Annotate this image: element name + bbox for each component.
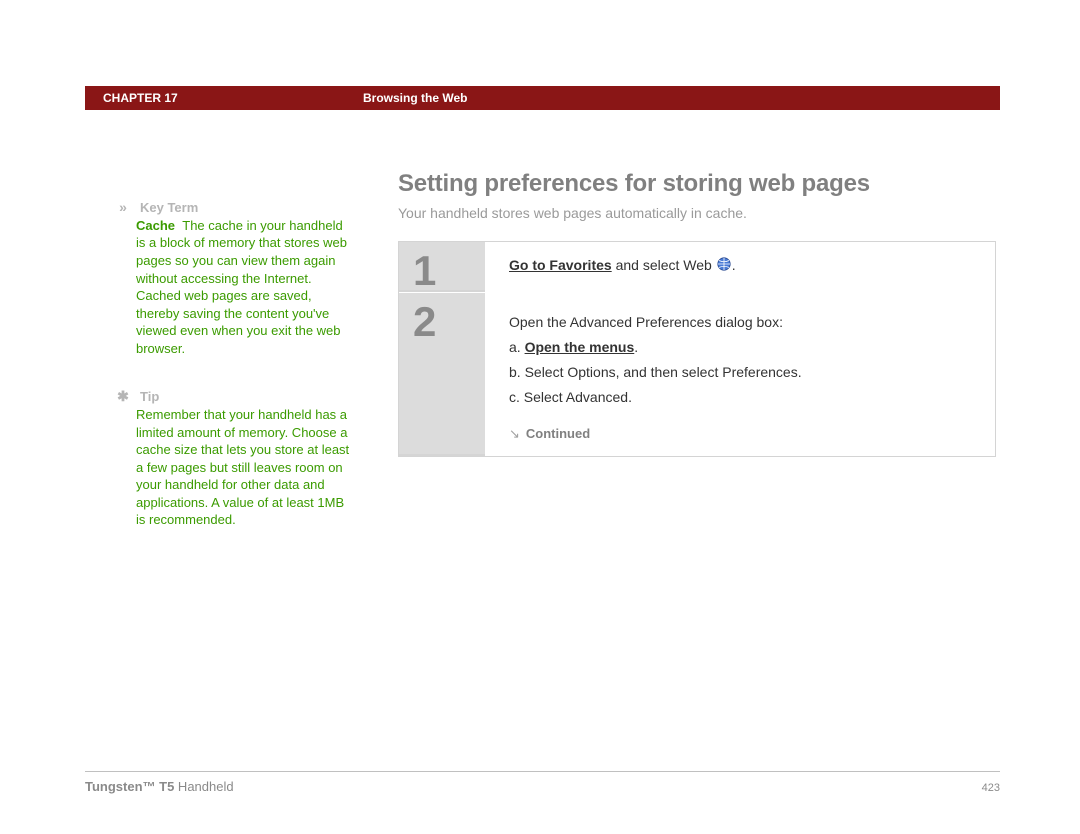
page-number: 423 xyxy=(982,781,1000,796)
go-to-favorites-link[interactable]: Go to Favorites xyxy=(509,257,612,273)
step1-text-tail: . xyxy=(732,257,736,273)
key-term-definition: The cache in your handheld is a block of… xyxy=(136,218,347,356)
chapter-title: Browsing the Web xyxy=(363,90,467,106)
key-term-name: Cache xyxy=(136,218,175,233)
sidebar: »Key Term Cache The cache in your handhe… xyxy=(136,198,354,559)
main-content: Setting preferences for storing web page… xyxy=(398,168,1000,457)
tip-body: Remember that your handheld has a limite… xyxy=(136,406,354,529)
product-name-rest: Handheld xyxy=(174,779,233,794)
step-number: 1 xyxy=(399,242,485,292)
key-term-body: Cache The cache in your handheld is a bl… xyxy=(136,217,354,357)
key-term-heading-row: »Key Term xyxy=(136,198,354,217)
section-intro: Your handheld stores web pages automatic… xyxy=(398,204,1000,223)
continued-label: Continued xyxy=(509,425,977,443)
step2-intro: Open the Advanced Preferences dialog box… xyxy=(509,313,977,332)
product-name-bold: Tungsten™ T5 xyxy=(85,779,174,794)
step-row: 2 Open the Advanced Preferences dialog b… xyxy=(399,292,995,456)
key-term-block: »Key Term Cache The cache in your handhe… xyxy=(136,198,354,357)
open-the-menus-link[interactable]: Open the menus xyxy=(525,339,635,355)
chapter-label: CHAPTER 17 xyxy=(85,90,363,106)
step-body: Open the Advanced Preferences dialog box… xyxy=(485,293,995,456)
step-row: 1 Go to Favorites and select Web . xyxy=(399,242,995,292)
step1-text-mid: and select Web xyxy=(612,257,716,273)
product-name: Tungsten™ T5 Handheld xyxy=(85,778,234,796)
step-body: Go to Favorites and select Web . xyxy=(485,242,995,292)
step2-sub-c: c. Select Advanced. xyxy=(509,388,977,407)
key-term-marker-icon: » xyxy=(114,198,132,217)
step2-sub-a: a. Open the menus. xyxy=(509,338,977,357)
key-term-heading: Key Term xyxy=(140,200,198,215)
sub-a-tail: . xyxy=(634,339,638,355)
tip-heading: Tip xyxy=(140,389,159,404)
tip-marker-icon: ✱ xyxy=(114,387,132,406)
step2-sub-b: b. Select Options, and then select Prefe… xyxy=(509,363,977,382)
chapter-header-bar: CHAPTER 17 Browsing the Web xyxy=(85,86,1000,110)
tip-heading-row: ✱Tip xyxy=(136,387,354,406)
page-footer: Tungsten™ T5 Handheld 423 xyxy=(85,771,1000,796)
tip-block: ✱Tip Remember that your handheld has a l… xyxy=(136,387,354,529)
sub-a-prefix: a. xyxy=(509,339,525,355)
steps-box: 1 Go to Favorites and select Web . 2 Ope… xyxy=(398,241,996,457)
document-page: CHAPTER 17 Browsing the Web »Key Term Ca… xyxy=(0,0,1080,834)
web-globe-icon xyxy=(716,256,732,277)
section-heading: Setting preferences for storing web page… xyxy=(398,168,1000,200)
step-number: 2 xyxy=(399,293,485,456)
